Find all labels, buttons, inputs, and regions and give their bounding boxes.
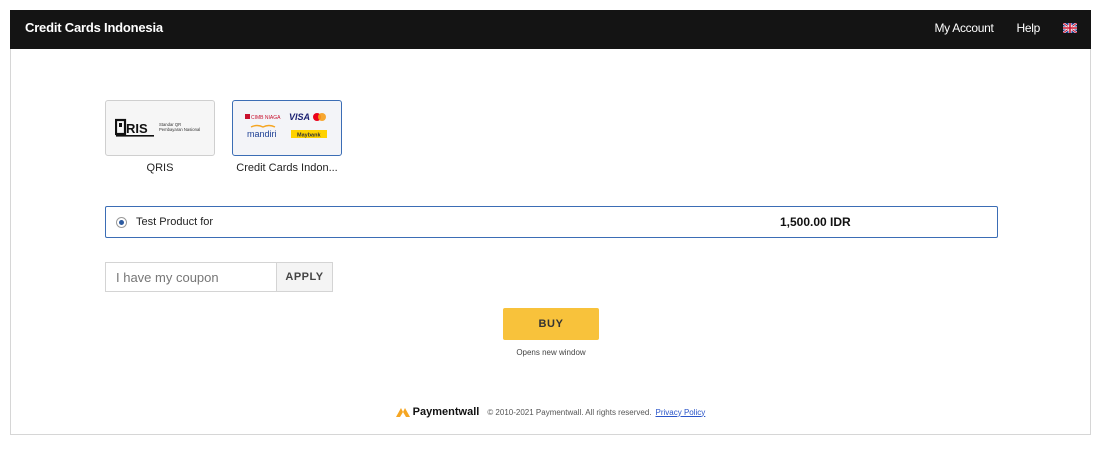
qris-tile[interactable]: RIS Standar QR Pembayaran Nasional — [105, 100, 215, 156]
uk-flag-icon[interactable] — [1063, 23, 1077, 33]
product-radio[interactable] — [116, 217, 127, 228]
svg-text:Pembayaran Nasional: Pembayaran Nasional — [159, 127, 200, 132]
product-price: 1,500.00 IDR — [780, 215, 851, 229]
payment-method-credit-cards[interactable]: CIMB NIAGA VISA mandiri Maybank Credit C… — [232, 100, 342, 174]
coupon-form: APPLY — [105, 262, 333, 292]
svg-text:VISA: VISA — [289, 112, 310, 122]
header-nav: My Account Help — [911, 21, 1077, 35]
qris-logo-icon: RIS Standar QR Pembayaran Nasional — [115, 118, 200, 137]
paymentwall-logo-icon — [395, 407, 410, 417]
help-link[interactable]: Help — [1017, 21, 1041, 35]
footer: Paymentwall © 2010-2021 Paymentwall. All… — [0, 406, 1101, 418]
payment-method-label: QRIS — [146, 162, 174, 174]
product-name: Test Product for — [136, 216, 214, 228]
buy-button[interactable]: BUY — [503, 308, 599, 340]
header-bar: Credit Cards Indonesia My Account Help — [10, 10, 1091, 49]
svg-text:mandiri: mandiri — [247, 129, 277, 139]
opens-new-window-note: Opens new window — [516, 348, 586, 357]
my-account-link[interactable]: My Account — [934, 21, 993, 35]
svg-text:Maybank: Maybank — [297, 133, 321, 139]
apply-button[interactable]: APPLY — [276, 262, 333, 292]
payment-method-qris[interactable]: RIS Standar QR Pembayaran Nasional QRIS — [105, 100, 215, 174]
card-brands-logo-icon: CIMB NIAGA VISA mandiri Maybank — [245, 112, 327, 139]
paymentwall-logo: Paymentwall — [395, 406, 480, 418]
credit-cards-tile[interactable]: CIMB NIAGA VISA mandiri Maybank — [232, 100, 342, 156]
page-title: Credit Cards Indonesia — [25, 20, 163, 35]
svg-text:CIMB NIAGA: CIMB NIAGA — [251, 115, 281, 121]
privacy-policy-link[interactable]: Privacy Policy — [656, 408, 706, 417]
coupon-input[interactable] — [105, 262, 276, 292]
svg-text:RIS: RIS — [126, 121, 148, 136]
paymentwall-brand: Paymentwall — [412, 406, 480, 418]
copyright-text: © 2010-2021 Paymentwall. All rights rese… — [487, 407, 652, 417]
payment-methods: RIS Standar QR Pembayaran Nasional QRIS … — [105, 100, 359, 174]
product-option[interactable]: Test Product for 1,500.00 IDR — [105, 206, 998, 238]
payment-method-label: Credit Cards Indon... — [236, 162, 338, 174]
